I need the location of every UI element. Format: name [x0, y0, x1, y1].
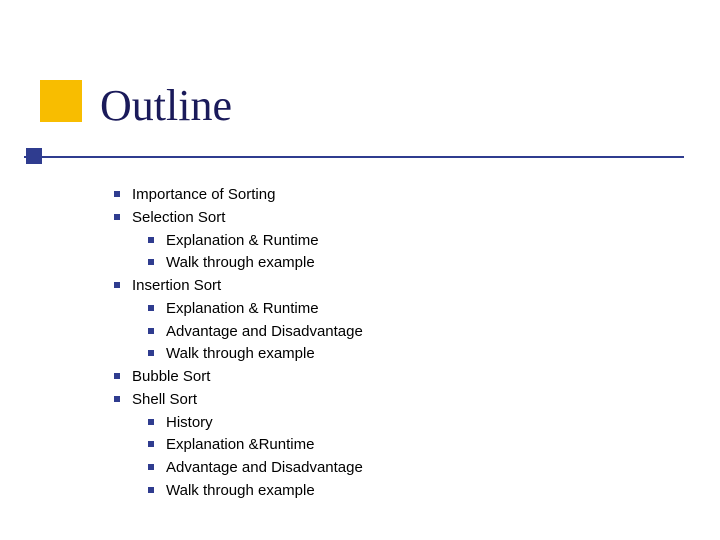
list-item: Explanation & Runtime — [144, 230, 363, 252]
title-underline — [24, 156, 684, 158]
sub-list: Explanation & Runtime Walk through exampl… — [144, 230, 363, 275]
list-item: Insertion Sort Explanation & Runtime Advan… — [110, 275, 363, 365]
list-item: Importance of Sorting — [110, 184, 363, 206]
list-item-label: Advantage and Disadvantage — [166, 323, 363, 340]
list-item-label: Shell Sort — [132, 391, 197, 408]
list-item-label: Explanation & Runtime — [166, 232, 319, 249]
outline-root: Importance of Sorting Selection Sort Expla… — [110, 184, 363, 502]
list-item-label: Walk through example — [166, 254, 315, 271]
list-item: Explanation & Runtime — [144, 298, 363, 320]
list-item-label: Walk through example — [166, 345, 315, 362]
list-item: Advantage and Disadvantage — [144, 457, 363, 479]
list-item: Walk through example — [144, 343, 363, 365]
accent-block-yellow — [40, 80, 82, 122]
list-item-label: Walk through example — [166, 482, 315, 499]
list-item: Advantage and Disadvantage — [144, 321, 363, 343]
slide-title: Outline — [100, 80, 232, 131]
list-item-label: Selection Sort — [132, 209, 225, 226]
list-item-label: Explanation &Runtime — [166, 436, 314, 453]
list-item-label: Bubble Sort — [132, 368, 210, 385]
list-item-label: Advantage and Disadvantage — [166, 459, 363, 476]
list-item-label: Explanation & Runtime — [166, 300, 319, 317]
list-item: Selection Sort Explanation & Runtime Walk … — [110, 207, 363, 274]
list-item-label: Importance of Sorting — [132, 186, 275, 203]
list-item: Explanation &Runtime — [144, 434, 363, 456]
outline-list: Importance of Sorting Selection Sort Expla… — [110, 184, 363, 503]
list-item-label: Insertion Sort — [132, 277, 221, 294]
list-item-label: History — [166, 414, 213, 431]
list-item: Bubble Sort — [110, 366, 363, 388]
list-item: Shell Sort History Explanation &Runtime Adv… — [110, 389, 363, 502]
sub-list: History Explanation &Runtime Advantage and… — [144, 412, 363, 502]
sub-list: Explanation & Runtime Advantage and Disad… — [144, 298, 363, 365]
list-item: History — [144, 412, 363, 434]
list-item: Walk through example — [144, 252, 363, 274]
list-item: Walk through example — [144, 480, 363, 502]
